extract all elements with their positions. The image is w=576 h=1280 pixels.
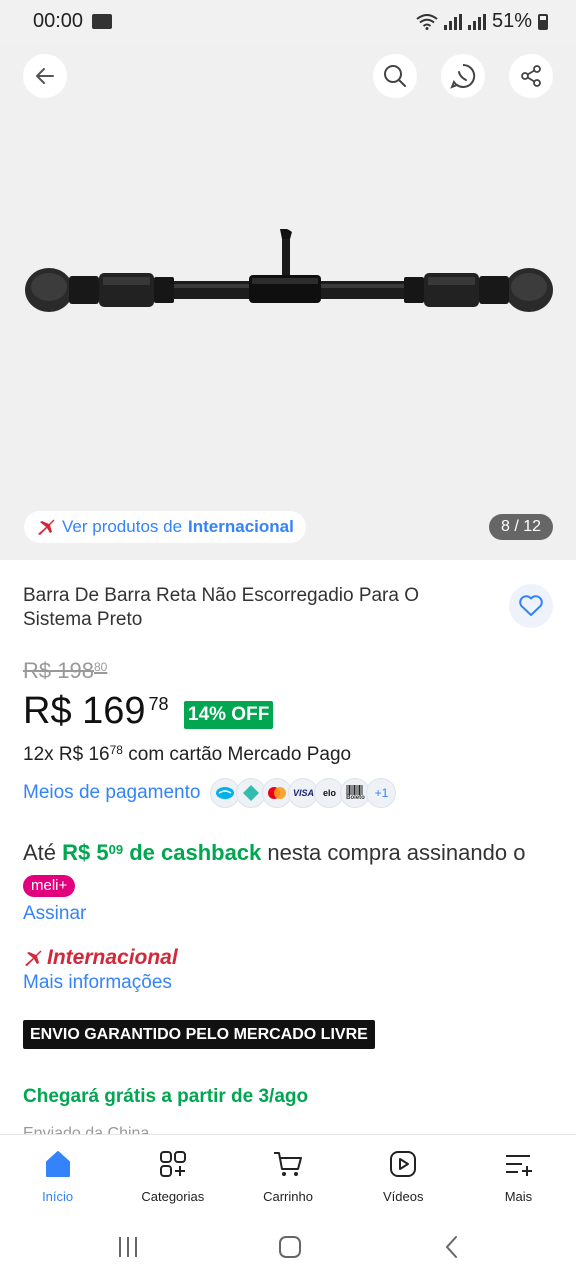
wifi-icon — [416, 13, 438, 30]
international-section-title: Internacional — [23, 946, 178, 970]
international-title-text: Internacional — [47, 946, 178, 969]
chevron-left-icon — [445, 1236, 457, 1258]
current-price: R$ 169 78 — [23, 690, 169, 733]
status-time: 00:00 — [33, 10, 84, 32]
airplane-icon — [25, 950, 42, 966]
arrival-info: Chegará grátis a partir de 3/ago — [23, 1086, 309, 1107]
whatsapp-icon — [450, 63, 476, 89]
categories-icon — [156, 1147, 190, 1181]
favorite-button[interactable] — [509, 584, 553, 628]
heart-icon — [519, 595, 543, 616]
installments-suffix: com cartão Mercado Pago — [122, 744, 352, 765]
video-icon — [386, 1147, 420, 1181]
status-indicators: 51% — [416, 10, 548, 33]
battery-icon — [538, 13, 548, 30]
product-image — [25, 229, 553, 312]
payment-methods-row[interactable]: Meios de pagamento VISA elo Boleto +1 — [23, 778, 397, 808]
signal-icon — [443, 13, 462, 30]
international-products-link[interactable]: Ver produtos de Internacional — [24, 511, 306, 543]
bottom-navigation: Início Categorias Carrinho Vídeos Mais — [0, 1134, 576, 1214]
original-price-cents: 80 — [93, 660, 108, 674]
menu-icon — [501, 1147, 535, 1181]
search-icon — [384, 65, 406, 87]
recents-button[interactable] — [113, 1234, 143, 1260]
cashback-amount-cents: 09 — [108, 842, 124, 857]
more-payment-methods[interactable]: +1 — [366, 778, 397, 808]
system-navigation-bar — [0, 1214, 576, 1280]
cashback-amount: R$ 509 de cashback — [62, 840, 261, 865]
home-system-button[interactable] — [275, 1234, 305, 1260]
whatsapp-share-button[interactable] — [441, 54, 485, 98]
meli-plus-badge: meli+ — [23, 875, 76, 898]
share-button[interactable] — [509, 54, 553, 98]
original-price: R$ 19880 — [23, 658, 107, 684]
nav-label-home: Início — [42, 1189, 74, 1204]
nav-item-home[interactable]: Início — [0, 1135, 115, 1214]
current-price-main: R$ 169 — [23, 690, 146, 732]
cashback-prefix: Até — [23, 840, 63, 865]
installments-info: 12x R$ 1678 com cartão Mercado Pago — [23, 743, 352, 766]
nav-label-more: Mais — [504, 1189, 533, 1204]
installments-prefix: 12x R$ 16 — [23, 744, 110, 765]
nav-label-categories: Categorias — [141, 1189, 205, 1204]
voicemail-icon — [92, 14, 112, 29]
cashback-amount-main: R$ 5 — [62, 840, 109, 865]
status-bar: 00:00 51% — [0, 0, 576, 44]
nav-item-videos[interactable]: Vídeos — [346, 1135, 461, 1214]
nav-item-cart[interactable]: Carrinho — [230, 1135, 345, 1214]
product-title: Barra De Barra Reta Não Escorregadio Par… — [23, 585, 420, 630]
home-square-icon — [279, 1236, 301, 1258]
search-button[interactable] — [373, 54, 417, 98]
nav-label-videos: Vídeos — [382, 1189, 424, 1204]
airplane-icon — [38, 519, 55, 535]
cashback-info: Até R$ 509 de cashback nesta compra assi… — [23, 836, 543, 904]
product-gallery[interactable]: Ver produtos de Internacional 8 / 12 — [0, 44, 576, 560]
guaranteed-shipping-banner: ENVIO GARANTIDO PELO MERCADO LIVRE — [23, 1020, 375, 1049]
international-prefix: Ver produtos de — [62, 517, 183, 536]
arrow-left-icon — [36, 68, 54, 84]
international-store-name: Internacional — [188, 517, 294, 536]
back-system-button[interactable] — [437, 1234, 467, 1260]
cashback-rest: nesta compra assinando o — [261, 840, 526, 865]
home-icon — [41, 1147, 75, 1181]
subscribe-link[interactable]: Assinar — [23, 903, 86, 925]
back-button[interactable] — [23, 54, 67, 98]
nav-label-cart: Carrinho — [263, 1189, 313, 1204]
image-counter: 8 / 12 — [489, 514, 553, 540]
cashback-amount-suffix: de cashback — [123, 840, 262, 865]
boleto-label: Boleto — [346, 795, 365, 801]
nav-item-more[interactable]: Mais — [461, 1135, 576, 1214]
battery-percent: 51% — [491, 10, 532, 32]
installments-cents: 78 — [109, 743, 123, 757]
discount-badge: 14% OFF — [184, 701, 274, 729]
share-icon — [521, 65, 541, 87]
cart-icon — [271, 1147, 305, 1181]
recents-icon — [119, 1237, 137, 1257]
current-price-cents: 78 — [148, 694, 169, 714]
payment-methods-link[interactable]: Meios de pagamento — [23, 782, 200, 804]
original-price-main: R$ 198 — [23, 658, 94, 683]
nav-item-categories[interactable]: Categorias — [115, 1135, 230, 1214]
more-info-link[interactable]: Mais informações — [23, 972, 172, 994]
signal-icon-2 — [467, 13, 486, 30]
